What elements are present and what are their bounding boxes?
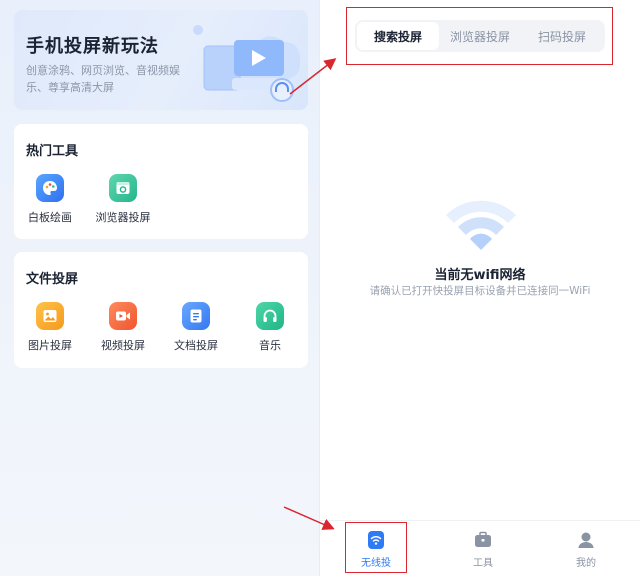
tool-label: 浏览器投屏 (95, 211, 151, 224)
video-icon (109, 302, 137, 330)
file-cast-title: 文件投屏 (26, 272, 79, 287)
tool-browser-cast[interactable]: 浏览器投屏 (87, 174, 159, 225)
tool-label: 音乐 (259, 339, 281, 352)
nav-annotation-box (345, 522, 407, 573)
left-panel: 手机投屏新玩法 创意涂鸦、网页浏览、音视频娱乐、尊享高清大屏 热门工具 白板绘画… (0, 0, 320, 576)
tool-music[interactable]: 音乐 (234, 302, 306, 353)
tool-video-cast[interactable]: 视频投屏 (87, 302, 159, 353)
tabs-annotation-box (346, 7, 613, 65)
tool-label: 白板绘画 (28, 211, 72, 224)
cast-illustration-icon (193, 25, 301, 102)
no-wifi-icon (446, 200, 516, 250)
empty-state-title: 当前无wifi网络 (434, 268, 526, 283)
palette-icon (36, 174, 64, 202)
tool-document-cast[interactable]: 文档投屏 (160, 302, 232, 353)
empty-state-subtitle: 请确认已打开快投屏目标设备并已连接同一WiFi (369, 285, 591, 297)
toolbox-icon (475, 531, 491, 547)
promo-banner[interactable]: 手机投屏新玩法 创意涂鸦、网页浏览、音视频娱乐、尊享高清大屏 (14, 10, 308, 110)
nav-profile[interactable]: 我的 (556, 530, 616, 569)
profile-icon (578, 532, 594, 548)
tool-whiteboard[interactable]: 白板绘画 (14, 174, 86, 225)
banner-title: 手机投屏新玩法 (26, 36, 159, 57)
nav-tools[interactable]: 工具 (453, 530, 513, 569)
file-cast-card: 文件投屏 图片投屏 视频投屏 文档投屏 音乐 (14, 252, 308, 368)
headphones-icon (256, 302, 284, 330)
hot-tools-card: 热门工具 白板绘画 浏览器投屏 (14, 124, 308, 239)
nav-label: 我的 (576, 558, 596, 569)
browser-icon (109, 174, 137, 202)
tool-label: 视频投屏 (101, 339, 145, 352)
tool-label: 图片投屏 (28, 339, 72, 352)
tool-image-cast[interactable]: 图片投屏 (14, 302, 86, 353)
image-icon (36, 302, 64, 330)
tool-label: 文档投屏 (174, 339, 218, 352)
banner-subtitle: 创意涂鸦、网页浏览、音视频娱乐、尊享高清大屏 (26, 64, 180, 94)
hot-tools-title: 热门工具 (26, 144, 79, 159)
nav-label: 工具 (473, 558, 493, 569)
document-icon (182, 302, 210, 330)
